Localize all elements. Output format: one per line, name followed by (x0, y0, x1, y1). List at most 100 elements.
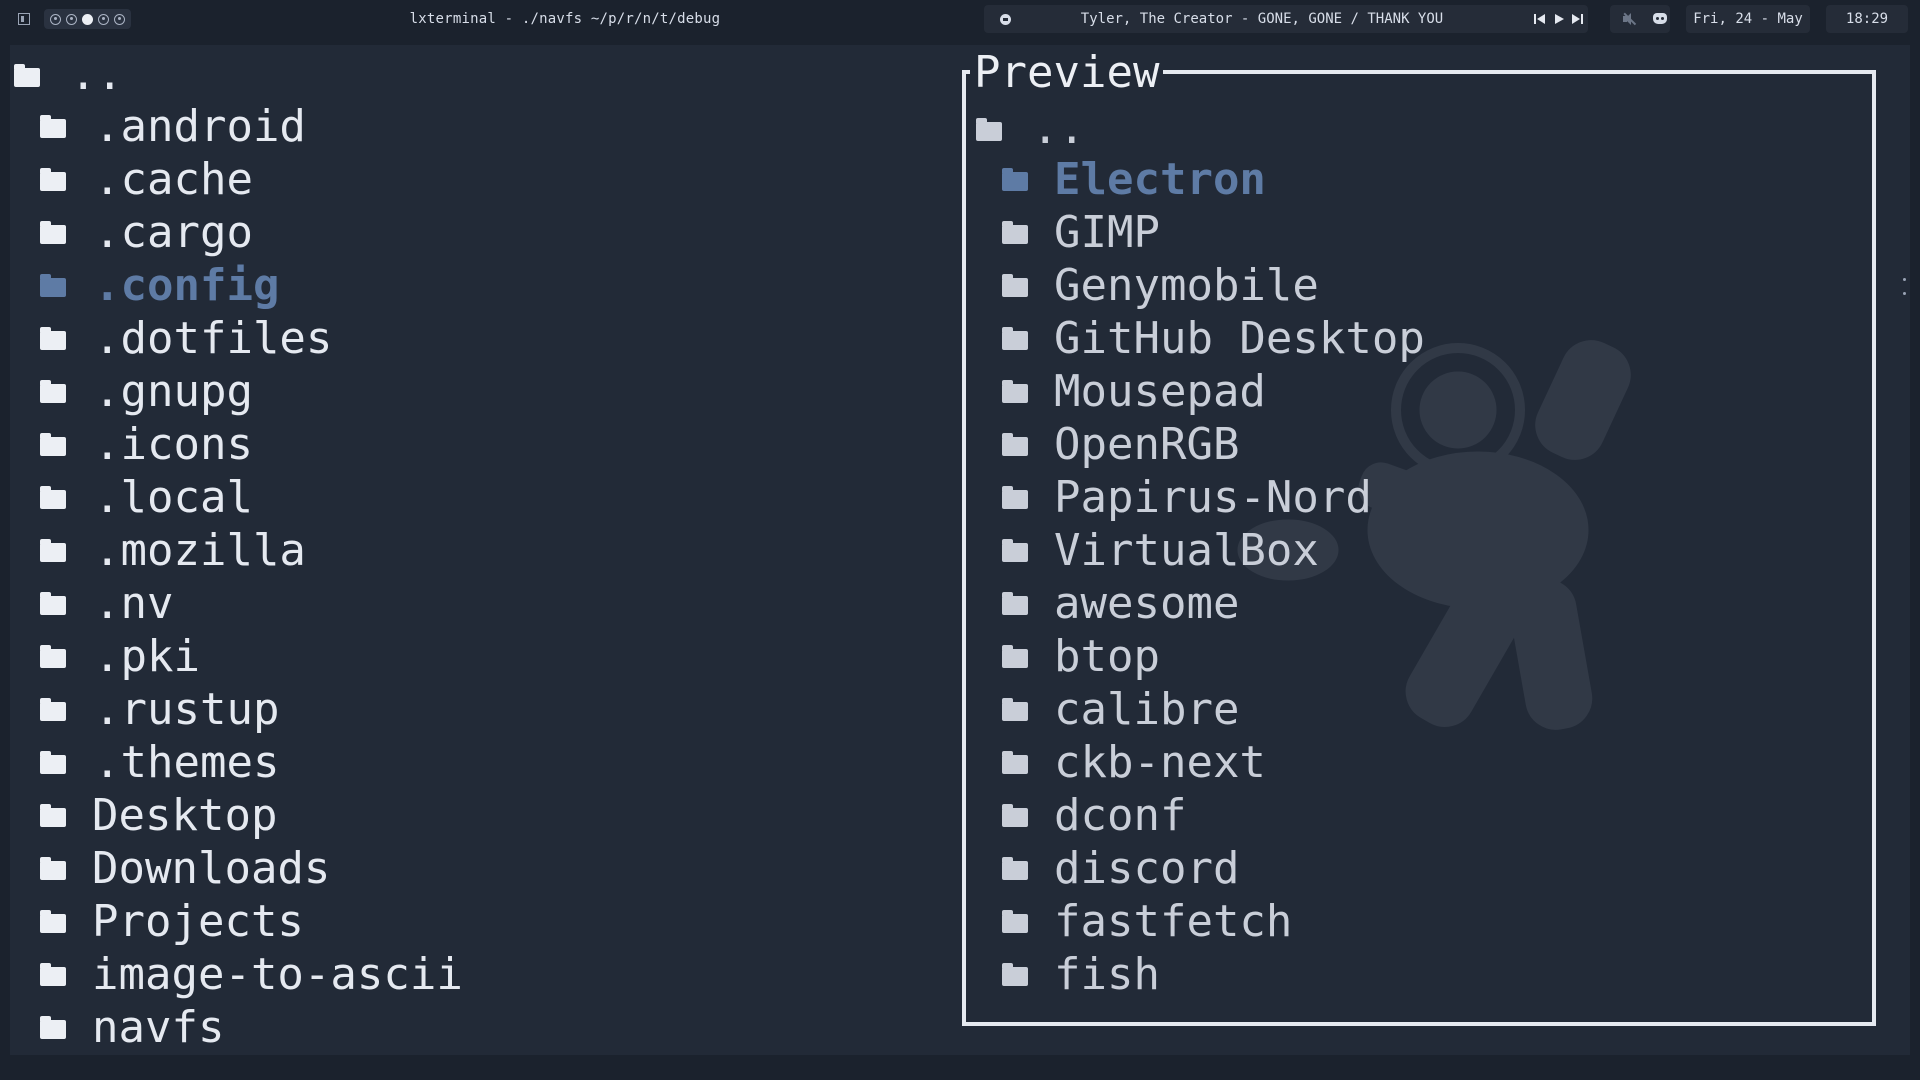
folder-icon (1002, 380, 1028, 403)
preview-item[interactable]: Mousepad (1002, 365, 1602, 418)
list-item[interactable]: .cache (40, 153, 440, 206)
preview-item-label: Electron (1054, 154, 1266, 205)
folder-icon (40, 751, 66, 774)
preview-item-label: GIMP (1054, 207, 1160, 258)
preview-item-label: dconf (1054, 790, 1187, 841)
preview-item-label: discord (1054, 843, 1240, 894)
preview-item-label: Mousepad (1054, 366, 1266, 417)
list-item[interactable]: Projects (40, 895, 440, 948)
folder-icon (1002, 274, 1028, 297)
list-item[interactable]: .android (40, 100, 440, 153)
preview-item-label: btop (1054, 631, 1160, 682)
folder-icon (40, 274, 66, 297)
preview-item[interactable]: GIMP (1002, 206, 1602, 259)
preview-item-label: OpenRGB (1054, 419, 1240, 470)
list-item-label: .. (70, 49, 123, 100)
preview-item-label: calibre (1054, 684, 1240, 735)
preview-item-parent[interactable]: .. (976, 102, 1116, 155)
folder-icon (1002, 433, 1028, 456)
list-item-label: .icons (94, 419, 253, 470)
list-item-label: .themes (94, 737, 280, 788)
preview-item[interactable]: fish (1002, 948, 1602, 1001)
list-item-label: .gnupg (94, 366, 253, 417)
preview-item[interactable]: Genymobile (1002, 259, 1602, 312)
preview-item[interactable]: dconf (1002, 789, 1602, 842)
play-icon[interactable] (1554, 12, 1564, 26)
preview-item[interactable]: calibre (1002, 683, 1602, 736)
list-item[interactable]: .nv (40, 577, 440, 630)
date: Fri, 24 - May (1693, 11, 1803, 27)
folder-icon (40, 221, 66, 244)
list-item[interactable]: .rustup (40, 683, 440, 736)
preview-item[interactable]: OpenRGB (1002, 418, 1602, 471)
preview-item[interactable]: awesome (1002, 577, 1602, 630)
preview-item[interactable]: ckb-next (1002, 736, 1602, 789)
list-item[interactable]: image-to-ascii (40, 948, 480, 1001)
folder-icon (1002, 221, 1028, 244)
list-item-label: Desktop (92, 790, 278, 841)
preview-item-label: VirtualBox (1054, 525, 1319, 576)
list-item-label: .dotfiles (94, 313, 333, 364)
list-item[interactable]: .gnupg (40, 365, 440, 418)
list-item[interactable]: Downloads (40, 842, 440, 895)
folder-icon (40, 433, 66, 456)
music-icon (1000, 14, 1011, 25)
folder-icon (40, 486, 66, 509)
preview-item-label: Genymobile (1054, 260, 1319, 311)
preview-item-label: Papirus-Nord (1054, 472, 1372, 523)
top-bar: lxterminal - ./navfs ~/p/r/n/t/debug Tyl… (0, 0, 1920, 38)
folder-icon (976, 118, 1002, 141)
preview-item[interactable]: VirtualBox (1002, 524, 1602, 577)
folder-icon (1002, 698, 1028, 721)
preview-item-selected[interactable]: Electron (1002, 153, 1602, 206)
list-item-label: .local (94, 472, 253, 523)
scroll-indicator-dot (1903, 278, 1906, 281)
folder-icon (1002, 327, 1028, 350)
preview-item-label: awesome (1054, 578, 1240, 629)
list-item-label: .nv (94, 578, 174, 629)
folder-icon (40, 168, 66, 191)
preview-item[interactable]: fastfetch (1002, 895, 1602, 948)
preview-item[interactable]: Papirus-Nord (1002, 471, 1602, 524)
list-item[interactable]: .themes (40, 736, 440, 789)
window-title: lxterminal - ./navfs ~/p/r/n/t/debug (409, 11, 721, 27)
list-item[interactable]: .pki (40, 630, 440, 683)
list-item[interactable]: .cargo (40, 206, 440, 259)
preview-item[interactable]: GitHub Desktop (1002, 312, 1602, 365)
preview-item[interactable]: btop (1002, 630, 1602, 683)
folder-icon (40, 963, 66, 986)
folder-icon (1002, 857, 1028, 880)
folder-icon (40, 592, 66, 615)
discord-icon[interactable] (1653, 13, 1667, 24)
list-item[interactable]: .mozilla (40, 524, 440, 577)
list-item[interactable]: .local (40, 471, 440, 524)
previous-track-icon[interactable] (1534, 12, 1546, 26)
list-item[interactable]: .icons (40, 418, 440, 471)
folder-icon (40, 910, 66, 933)
list-item-label: navfs (92, 1002, 225, 1053)
folder-icon (40, 380, 66, 403)
next-track-icon[interactable] (1572, 12, 1584, 26)
folder-icon (1002, 168, 1028, 191)
list-item-parent[interactable]: .. (14, 48, 154, 101)
list-item[interactable]: Desktop (40, 789, 440, 842)
folder-icon (40, 539, 66, 562)
folder-icon (40, 698, 66, 721)
folder-icon (1002, 539, 1028, 562)
folder-icon (1002, 486, 1028, 509)
folder-icon (1002, 751, 1028, 774)
list-item-selected[interactable]: .config (40, 259, 440, 312)
clock: 18:29 (1845, 11, 1889, 27)
list-item[interactable]: .dotfiles (40, 312, 440, 365)
preview-item-label: GitHub Desktop (1054, 313, 1425, 364)
preview-item[interactable]: discord (1002, 842, 1602, 895)
list-item[interactable]: navfs (40, 1001, 440, 1054)
preview-item-label: ckb-next (1054, 737, 1266, 788)
list-item-label: .android (94, 101, 306, 152)
folder-icon (1002, 645, 1028, 668)
now-playing[interactable]: Tyler, The Creator - GONE, GONE / THANK … (1024, 0, 1500, 38)
folder-icon (40, 645, 66, 668)
folder-icon (1002, 592, 1028, 615)
folder-icon (14, 64, 40, 87)
folder-icon (40, 804, 66, 827)
